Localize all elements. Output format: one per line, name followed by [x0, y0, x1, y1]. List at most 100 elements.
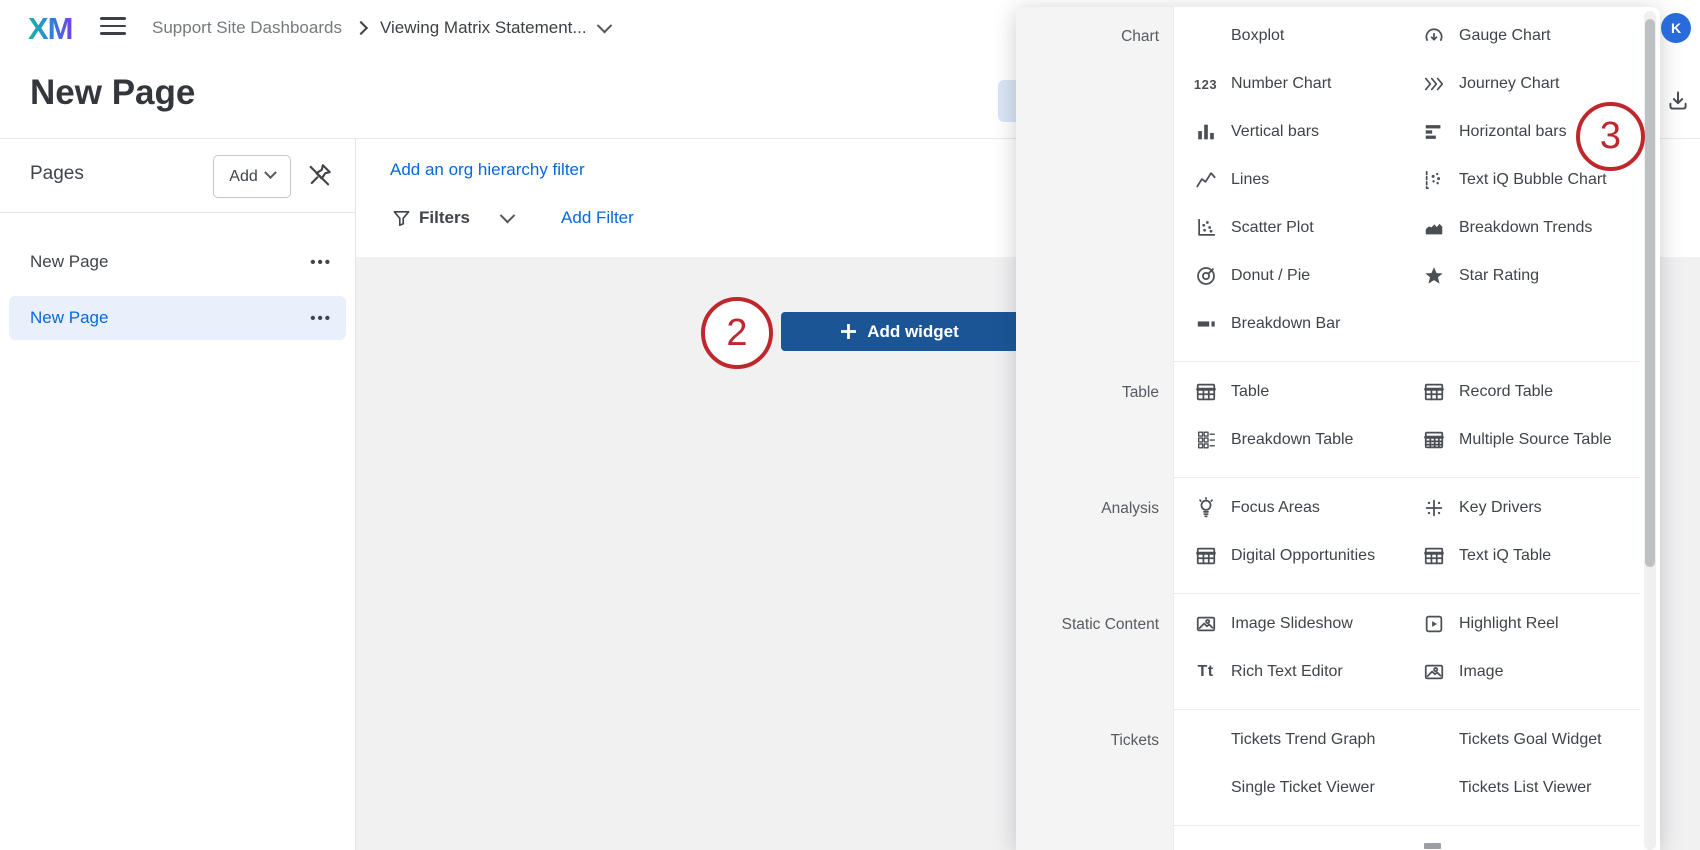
widget-item[interactable]: Text iQ Table	[1402, 532, 1660, 580]
add-org-hierarchy-filter-link[interactable]: Add an org hierarchy filter	[390, 160, 585, 180]
widget-grid: Tickets Trend Graph Tickets Goal Widget …	[1174, 716, 1660, 812]
journey-chart-icon	[1421, 73, 1446, 95]
panel-category-label: Static Content	[1016, 616, 1159, 634]
widget-grid: Boxplot Gauge Chart 123 Number Chart Jou…	[1174, 12, 1660, 348]
widget-item-label: Text iQ Bubble Chart	[1459, 171, 1607, 189]
breadcrumb-current[interactable]: Viewing Matrix Statement...	[380, 18, 587, 38]
widget-item[interactable]: Image Slideshow	[1174, 600, 1402, 648]
breakdown-table-icon	[1193, 429, 1218, 451]
horizontal-bars-icon	[1421, 121, 1446, 143]
widget-item-label: Boxplot	[1231, 27, 1284, 45]
widget-item[interactable]: Star Rating	[1402, 252, 1660, 300]
panel-section-chart: Chart Boxplot Gauge Chart 123 Number Cha…	[1016, 7, 1660, 362]
filters-label: Filters	[419, 208, 470, 228]
filters-bar: Filters Add Filter	[392, 208, 634, 228]
chevron-down-icon[interactable]	[500, 207, 516, 223]
widget-item-label: Vertical bars	[1231, 123, 1319, 141]
widget-item[interactable]: Multiple Source Table	[1402, 416, 1660, 464]
panel-category-label: Tickets	[1016, 732, 1159, 750]
page-item-label: New Page	[30, 252, 108, 272]
widget-item[interactable]: Tickets Goal Widget	[1402, 716, 1660, 764]
panel-category-label: Chart	[1016, 28, 1159, 46]
widget-item-label: Tickets Goal Widget	[1459, 731, 1602, 749]
image-slideshow-icon	[1193, 613, 1218, 635]
multi-source-table-icon	[1421, 429, 1446, 451]
widget-item[interactable]: Tickets Trend Graph	[1174, 716, 1402, 764]
widget-item[interactable]: Tickets List Viewer	[1402, 764, 1660, 812]
widget-item[interactable]: Boxplot	[1174, 12, 1402, 60]
widget-item-label: Scatter Plot	[1231, 219, 1314, 237]
add-widget-button[interactable]: Add widget	[781, 312, 1019, 351]
widget-item-label: Focus Areas	[1231, 499, 1320, 517]
hamburger-menu-icon[interactable]	[100, 17, 126, 39]
widget-item[interactable]: Lines	[1174, 156, 1402, 204]
add-page-button[interactable]: Add	[213, 155, 291, 198]
widget-item-label: Gauge Chart	[1459, 27, 1551, 45]
widget-item-label: Breakdown Trends	[1459, 219, 1592, 237]
page-item-menu-icon[interactable]: •••	[310, 254, 332, 271]
panel-section-tickets: Tickets Tickets Trend Graph Tickets Goal…	[1016, 710, 1660, 826]
panel-category-label: Table	[1016, 384, 1159, 402]
breadcrumb-root[interactable]: Support Site Dashboards	[152, 18, 342, 38]
widget-item-label: Image	[1459, 663, 1503, 681]
widget-item[interactable]: Breakdown Table	[1174, 416, 1402, 464]
area-trends-icon	[1421, 217, 1446, 239]
widget-item[interactable]: Scatter Plot	[1174, 204, 1402, 252]
widget-item[interactable]: Donut / Pie	[1174, 252, 1402, 300]
widget-item[interactable]: Gauge Chart	[1402, 12, 1660, 60]
widget-item[interactable]: Digital Opportunities	[1174, 532, 1402, 580]
widget-item[interactable]: Highlight Reel	[1402, 600, 1660, 648]
chevron-down-icon[interactable]	[596, 17, 612, 33]
table-icon	[1421, 545, 1446, 567]
pages-list: New Page •••New Page •••	[0, 213, 355, 352]
unpin-sidebar-icon[interactable]	[305, 160, 337, 192]
add-filter-link[interactable]: Add Filter	[561, 208, 634, 228]
lightbulb-icon	[1193, 497, 1218, 519]
add-widget-label: Add widget	[867, 322, 959, 342]
widget-item[interactable]: Tt Rich Text Editor	[1174, 648, 1402, 696]
plus-icon	[841, 324, 856, 339]
partial-widget-icon	[1424, 843, 1441, 849]
line-chart-icon	[1193, 169, 1218, 191]
panel-scrollbar-thumb[interactable]	[1645, 19, 1655, 567]
breadcrumb: Support Site Dashboards Viewing Matrix S…	[152, 0, 610, 56]
vertical-bars-icon	[1193, 121, 1218, 143]
widget-item[interactable]: Vertical bars	[1174, 108, 1402, 156]
panel-section-table: Table Table Record Table Breakdown Table	[1016, 362, 1660, 478]
widget-grid: Table Record Table Breakdown Table Multi…	[1174, 368, 1660, 464]
widget-item[interactable]: Journey Chart	[1402, 60, 1660, 108]
widget-item[interactable]: Key Drivers	[1402, 484, 1660, 532]
widget-item[interactable]: 123 Number Chart	[1174, 60, 1402, 108]
widget-item-label: Text iQ Table	[1459, 547, 1551, 565]
widget-item-label: Single Ticket Viewer	[1231, 779, 1375, 797]
widget-item-label: Highlight Reel	[1459, 615, 1559, 633]
chevron-down-icon	[264, 166, 277, 179]
widget-item[interactable]: Single Ticket Viewer	[1174, 764, 1402, 812]
widget-item-label: Horizontal bars	[1459, 123, 1567, 141]
add-page-label: Add	[229, 168, 257, 186]
panel-section-static-content: Static Content Image Slideshow Highlight…	[1016, 594, 1660, 710]
sidebar-page-item[interactable]: New Page •••	[9, 240, 346, 284]
widget-item-label: Star Rating	[1459, 267, 1539, 285]
widget-item-label: Rich Text Editor	[1231, 663, 1343, 681]
widget-item-label: Donut / Pie	[1231, 267, 1310, 285]
sidebar-page-item[interactable]: New Page •••	[9, 296, 346, 340]
widget-item[interactable]: Focus Areas	[1174, 484, 1402, 532]
widget-item[interactable]: Breakdown Bar	[1174, 300, 1402, 348]
page-item-menu-icon[interactable]: •••	[310, 310, 332, 327]
table-icon	[1193, 381, 1218, 403]
widget-item[interactable]: Breakdown Trends	[1402, 204, 1660, 252]
widget-item[interactable]: Record Table	[1402, 368, 1660, 416]
avatar[interactable]: K	[1661, 13, 1691, 43]
gauge-chart-icon	[1421, 25, 1446, 47]
widget-item-label: Number Chart	[1231, 75, 1331, 93]
widget-item-label: Breakdown Bar	[1231, 315, 1340, 333]
filter-funnel-icon	[392, 209, 411, 228]
widget-item[interactable]: Image	[1402, 648, 1660, 696]
download-icon[interactable]	[1665, 88, 1691, 114]
panel-scrollbar-track[interactable]	[1644, 11, 1656, 850]
widget-item[interactable]: Table	[1174, 368, 1402, 416]
breakdown-bar-icon	[1193, 313, 1218, 335]
widget-item-label: Journey Chart	[1459, 75, 1560, 93]
widget-item-label: Tickets List Viewer	[1459, 779, 1591, 797]
